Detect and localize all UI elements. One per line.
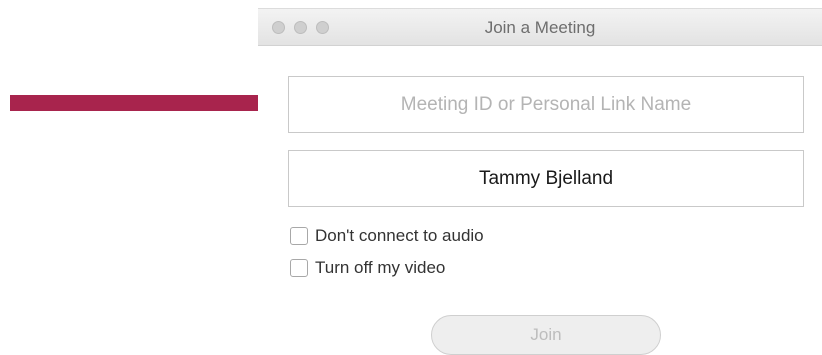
dont-connect-audio-checkbox[interactable] <box>290 227 308 245</box>
window-title: Join a Meeting <box>484 18 596 37</box>
name-input[interactable] <box>289 151 803 206</box>
window-titlebar: Join a Meeting <box>258 8 822 46</box>
name-field[interactable] <box>288 150 804 207</box>
dont-connect-audio-option[interactable]: Don't connect to audio <box>290 225 484 247</box>
join-button[interactable]: Join <box>431 315 661 355</box>
dont-connect-audio-label: Don't connect to audio <box>315 226 484 245</box>
turn-off-video-option[interactable]: Turn off my video <box>290 257 445 279</box>
turn-off-video-checkbox[interactable] <box>290 259 308 277</box>
join-meeting-window: Join a Meeting Don't connect to audio Tu… <box>258 8 822 355</box>
meeting-id-field[interactable] <box>288 76 804 133</box>
turn-off-video-label: Turn off my video <box>315 258 446 277</box>
meeting-id-input[interactable] <box>289 77 803 132</box>
